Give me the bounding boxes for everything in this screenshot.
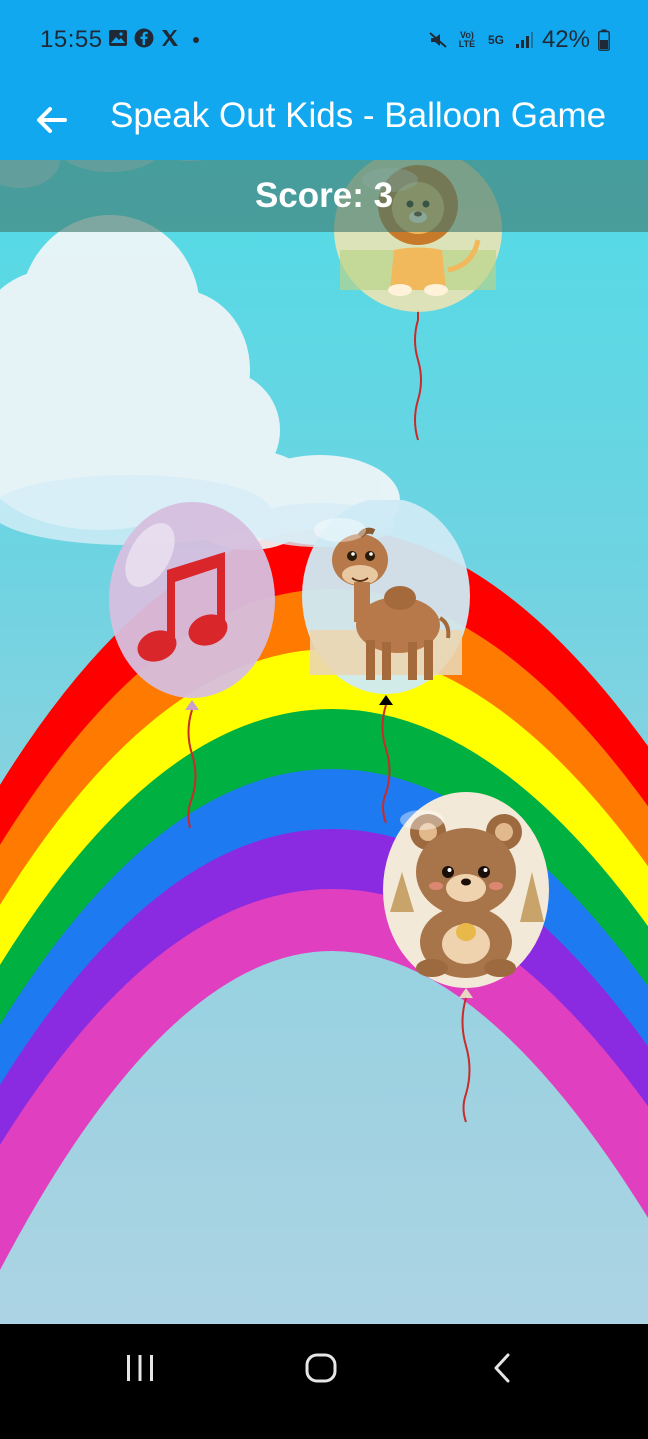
music-balloon[interactable] xyxy=(105,500,280,835)
system-back-button[interactable] xyxy=(473,1350,533,1386)
dot-icon xyxy=(193,37,199,43)
game-area[interactable]: Score: 3 xyxy=(0,160,648,1324)
mute-icon xyxy=(429,32,447,48)
volte-icon: Vo) LTE xyxy=(458,30,476,49)
bear-balloon[interactable] xyxy=(380,792,552,1132)
back-button[interactable] xyxy=(26,92,76,148)
navigation-bar xyxy=(0,1324,648,1439)
notification-icons xyxy=(108,28,206,48)
home-button[interactable] xyxy=(291,1350,351,1386)
5g-icon: 5G xyxy=(487,32,504,47)
camel-balloon[interactable] xyxy=(300,500,475,835)
score-bar: Score: 3 xyxy=(0,160,648,232)
recent-apps-icon xyxy=(127,1355,153,1381)
battery-percent: 42% xyxy=(541,26,590,53)
recent-apps-button[interactable] xyxy=(110,1350,170,1386)
page-title: Speak Out Kids - Balloon Game xyxy=(110,96,607,135)
signal-icon xyxy=(515,32,533,48)
app-bar: Speak Out Kids - Balloon Game xyxy=(0,82,648,160)
status-bar: 15:55 Vo) LTE 5G 42% xyxy=(0,0,648,82)
battery-icon xyxy=(598,29,610,51)
gallery-icon xyxy=(109,30,127,46)
x-icon xyxy=(162,30,178,46)
system-status: Vo) LTE 5G 42% xyxy=(428,26,610,54)
facebook-icon xyxy=(134,28,154,48)
back-icon xyxy=(494,1353,510,1383)
status-time: 15:55 xyxy=(40,26,103,53)
score-text: Score: 3 xyxy=(254,176,394,215)
arrow-left-icon xyxy=(37,107,67,133)
home-icon xyxy=(305,1353,337,1383)
